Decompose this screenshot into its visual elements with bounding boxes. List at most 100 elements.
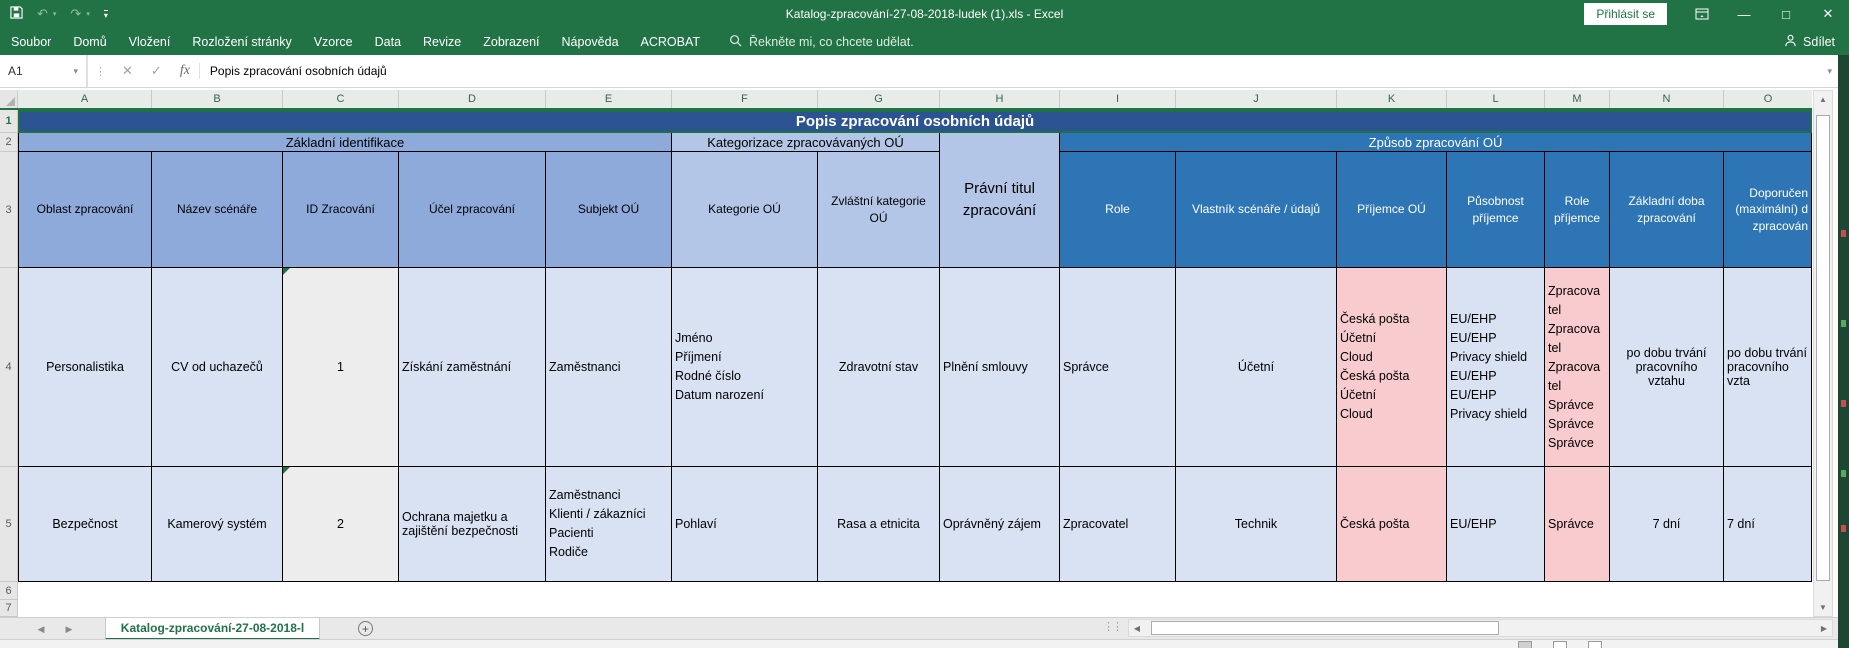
column-header-k[interactable]: K bbox=[1337, 90, 1447, 108]
header-subjekt[interactable]: Subjekt OÚ bbox=[546, 152, 672, 268]
header-prijemce[interactable]: Příjemce OÚ bbox=[1337, 152, 1447, 268]
next-sheet-icon[interactable]: ▶ bbox=[58, 618, 80, 640]
horizontal-scrollbar[interactable]: ◀ ▶ bbox=[1128, 619, 1833, 637]
tab-vlozeni[interactable]: Vložení bbox=[118, 28, 182, 55]
cell-kategorie-1[interactable]: Jméno Příjmení Rodné číslo Datum narozen… bbox=[672, 268, 818, 467]
tab-data[interactable]: Data bbox=[364, 28, 412, 55]
cell-subjekt-1[interactable]: Zaměstnanci bbox=[546, 268, 672, 467]
cell-prijemce-1[interactable]: Česká pošta Účetní Cloud Česká pošta Úče… bbox=[1337, 268, 1447, 467]
column-header-e[interactable]: E bbox=[546, 90, 672, 108]
tab-soubor[interactable]: Soubor bbox=[0, 28, 62, 55]
column-header-l[interactable]: L bbox=[1447, 90, 1545, 108]
header-zvlastni[interactable]: Zvláštní kategorie OÚ bbox=[818, 152, 940, 268]
cell-ucel-1[interactable]: Získání zaměstnání bbox=[399, 268, 546, 467]
tell-me-box[interactable]: Řekněte mi, co chcete udělat. bbox=[729, 34, 914, 50]
row-header-2[interactable]: 2 bbox=[0, 133, 18, 152]
scroll-down-icon[interactable]: ▼ bbox=[1814, 599, 1832, 616]
cell-zakladni-doba-2[interactable]: 7 dní bbox=[1610, 467, 1724, 582]
select-all-button[interactable] bbox=[0, 90, 18, 108]
header-role[interactable]: Role bbox=[1060, 152, 1176, 268]
band-kategorizace[interactable]: Kategorizace zpracovávaných OÚ bbox=[672, 133, 940, 152]
close-button[interactable]: ✕ bbox=[1807, 0, 1849, 28]
band-zpusob-zpracovani[interactable]: Způsob zpracování OÚ bbox=[1060, 133, 1812, 152]
cell-role-prijemce-2[interactable]: Správce bbox=[1545, 467, 1610, 582]
row-header-3[interactable]: 3 bbox=[0, 152, 18, 268]
column-header-n[interactable]: N bbox=[1610, 90, 1724, 108]
share-button[interactable]: Sdílet bbox=[1784, 28, 1835, 55]
cell-zakladni-doba-1[interactable]: po dobu trvání pracovního vztahu bbox=[1610, 268, 1724, 467]
column-header-c[interactable]: C bbox=[283, 90, 399, 108]
ribbon-display-options-icon[interactable] bbox=[1681, 0, 1723, 28]
cell-pusobnost-2[interactable]: EU/EHP bbox=[1447, 467, 1545, 582]
insert-function-icon[interactable]: fx bbox=[171, 63, 200, 79]
tab-revize[interactable]: Revize bbox=[412, 28, 472, 55]
tab-rozlozeni-stranky[interactable]: Rozložení stránky bbox=[181, 28, 302, 55]
column-header-f[interactable]: F bbox=[672, 90, 818, 108]
cell-oblast-2[interactable]: Bezpečnost bbox=[18, 467, 152, 582]
cell-doporucena-2[interactable]: 7 dní bbox=[1724, 467, 1812, 582]
cell-vlastnik-1[interactable]: Účetní bbox=[1176, 268, 1337, 467]
cell-vlastnik-2[interactable]: Technik bbox=[1176, 467, 1337, 582]
cell-pusobnost-1[interactable]: EU/EHP EU/EHP Privacy shield EU/EHP EU/E… bbox=[1447, 268, 1545, 467]
tab-splitter-icon[interactable]: ⋮⋮ bbox=[1103, 620, 1121, 633]
cell-pravni-1[interactable]: Plnění smlouvy bbox=[940, 268, 1060, 467]
header-zakladni-doba[interactable]: Základní doba zpracování bbox=[1610, 152, 1724, 268]
column-header-g[interactable]: G bbox=[818, 90, 940, 108]
tab-napoveda[interactable]: Nápověda bbox=[551, 28, 630, 55]
header-oblast[interactable]: Oblast zpracování bbox=[18, 152, 152, 268]
confirm-entry-icon[interactable]: ✓ bbox=[142, 63, 171, 79]
cell-kategorie-2[interactable]: Pohlaví bbox=[672, 467, 818, 582]
tab-domu[interactable]: Domů bbox=[62, 28, 117, 55]
cell-prijemce-2[interactable]: Česká pošta bbox=[1337, 467, 1447, 582]
cell-nazev-1[interactable]: CV od uchazečů bbox=[152, 268, 283, 467]
cell-doporucena-1[interactable]: po dobu trvání pracovního vzta bbox=[1724, 268, 1812, 467]
sign-in-button[interactable]: Přihlásit se bbox=[1584, 3, 1667, 25]
column-header-a[interactable]: A bbox=[18, 90, 152, 108]
vertical-scrollbar[interactable]: ▲ ▼ bbox=[1813, 90, 1833, 617]
scroll-left-icon[interactable]: ◀ bbox=[1129, 620, 1145, 636]
header-pravni-titul[interactable]: Právní titul zpracování bbox=[940, 133, 1060, 268]
row-header-7[interactable]: 7 bbox=[0, 600, 18, 617]
header-vlastnik[interactable]: Vlastník scénáře / údajů bbox=[1176, 152, 1337, 268]
row-header-5[interactable]: 5 bbox=[0, 467, 18, 582]
undo-icon[interactable]: ↶ bbox=[37, 6, 48, 22]
header-pusobnost[interactable]: Působnost příjemce bbox=[1447, 152, 1545, 268]
cell-role-prijemce-1[interactable]: Zpracova tel Zpracova tel Zpracova tel S… bbox=[1545, 268, 1610, 467]
tab-vzorce[interactable]: Vzorce bbox=[303, 28, 364, 55]
column-header-j[interactable]: J bbox=[1176, 90, 1337, 108]
cell-pravni-2[interactable]: Oprávněný zájem bbox=[940, 467, 1060, 582]
header-doporucena[interactable]: Doporučen (maximální) d zpracován bbox=[1724, 152, 1812, 268]
redo-icon[interactable]: ↷ bbox=[70, 6, 81, 22]
prev-sheet-icon[interactable]: ◀ bbox=[30, 618, 52, 640]
column-header-i[interactable]: I bbox=[1060, 90, 1176, 108]
empty-row[interactable] bbox=[18, 582, 1812, 600]
undo-dropdown-icon[interactable]: ▾ bbox=[53, 10, 57, 18]
cell-id-1[interactable]: 1 bbox=[283, 268, 399, 467]
cell-oblast-1[interactable]: Personalistika bbox=[18, 268, 152, 467]
header-ucel[interactable]: Účel zpracování bbox=[399, 152, 546, 268]
cell-id-2[interactable]: 2 bbox=[283, 467, 399, 582]
name-box[interactable]: A1 ▾ bbox=[0, 55, 88, 87]
save-icon[interactable] bbox=[10, 6, 23, 22]
cell-zvlastni-2[interactable]: Rasa a etnicita bbox=[818, 467, 940, 582]
redo-dropdown-icon[interactable]: ▾ bbox=[86, 10, 90, 18]
customize-qat-icon[interactable]: ▾ bbox=[104, 10, 108, 19]
add-sheet-icon[interactable]: + bbox=[358, 621, 373, 636]
sheet-tab-active[interactable]: Katalog-zpracování-27-08-2018-l bbox=[105, 618, 320, 640]
column-header-o[interactable]: O bbox=[1724, 90, 1812, 108]
expand-formula-bar-icon[interactable]: ▾ bbox=[1827, 66, 1832, 77]
tab-acrobat[interactable]: ACROBAT bbox=[630, 28, 712, 55]
row-header-6[interactable]: 6 bbox=[0, 582, 18, 600]
empty-row[interactable] bbox=[18, 600, 1812, 617]
band-zakladni-identifikace[interactable]: Základní identifikace bbox=[18, 133, 672, 152]
formula-input[interactable]: Popis zpracování osobních údajů bbox=[200, 64, 1838, 78]
header-id[interactable]: ID Zracování bbox=[283, 152, 399, 268]
view-page-break-button[interactable] bbox=[1588, 641, 1602, 648]
row-header-4[interactable]: 4 bbox=[0, 268, 18, 467]
maximize-button[interactable]: □ bbox=[1765, 0, 1807, 28]
cell-zvlastni-1[interactable]: Zdravotní stav bbox=[818, 268, 940, 467]
minimize-button[interactable]: — bbox=[1723, 0, 1765, 28]
cell-subjekt-2[interactable]: Zaměstnanci Klienti / zákazníci Pacienti… bbox=[546, 467, 672, 582]
cell-ucel-2[interactable]: Ochrana majetku a zajištění bezpečnosti bbox=[399, 467, 546, 582]
tab-zobrazeni[interactable]: Zobrazení bbox=[472, 28, 550, 55]
